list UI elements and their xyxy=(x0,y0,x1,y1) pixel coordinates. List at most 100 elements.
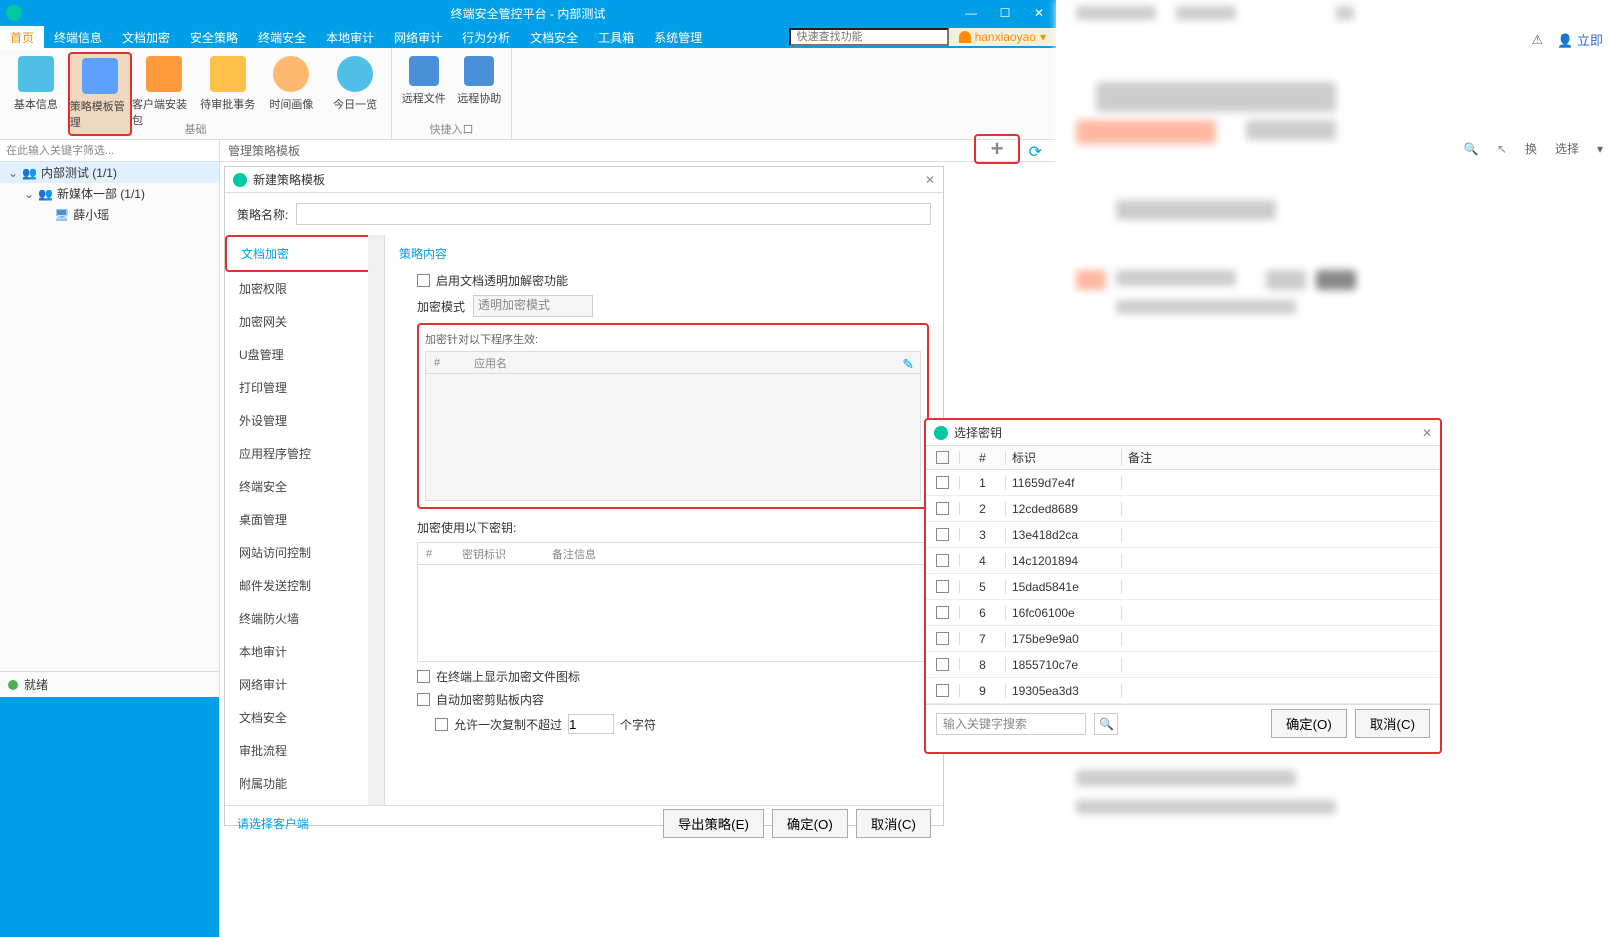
ok-button[interactable]: 确定(O) xyxy=(772,809,848,838)
tree-leaf[interactable]: 🖥 薛小瑶 xyxy=(0,204,219,225)
col-note: 备注信息 xyxy=(544,546,604,562)
tree-child[interactable]: ⌄ 👥 新媒体一部 (1/1) xyxy=(0,183,219,204)
key-row[interactable]: 313e418d2ca xyxy=(926,522,1440,548)
ok-button[interactable]: 确定(O) xyxy=(1271,709,1347,738)
minimize-icon[interactable]: — xyxy=(954,0,988,26)
checkbox-icon[interactable] xyxy=(435,718,448,731)
side-peripheral[interactable]: 外设管理 xyxy=(225,404,384,437)
menu-tab-terminal-info[interactable]: 终端信息 xyxy=(44,26,112,49)
ribbon-basic-info[interactable]: 基本信息 xyxy=(4,52,68,136)
select-all-checkbox[interactable] xyxy=(936,451,949,464)
ribbon-policy-template[interactable]: 策略模板管理 xyxy=(68,52,132,136)
checkbox-icon[interactable] xyxy=(936,632,949,645)
add-template-button[interactable]: + xyxy=(974,134,1020,164)
policy-name-input[interactable] xyxy=(296,203,931,225)
row-id: 16fc06100e xyxy=(1006,606,1122,620)
key-row[interactable]: 515dad5841e xyxy=(926,574,1440,600)
checkbox-icon[interactable] xyxy=(936,528,949,541)
side-firewall[interactable]: 终端防火墙 xyxy=(225,602,384,635)
side-encrypt-perm[interactable]: 加密权限 xyxy=(225,272,384,305)
side-network-audit[interactable]: 网络审计 xyxy=(225,668,384,701)
search-icon[interactable]: 🔍 xyxy=(1464,142,1479,156)
menu-tab-security-policy[interactable]: 安全策略 xyxy=(180,26,248,49)
cancel-button[interactable]: 取消(C) xyxy=(856,809,931,838)
menu-tab-doc-encrypt[interactable]: 文档加密 xyxy=(112,26,180,49)
chevron-down-icon[interactable]: ▾ xyxy=(1597,142,1603,156)
main-area: 在此输入关键字筛选... ⌄ 👥 内部测试 (1/1) ⌄ 👥 新媒体一部 (1… xyxy=(0,140,1056,937)
quick-search-input[interactable] xyxy=(789,28,949,46)
maximize-icon[interactable]: ☐ xyxy=(988,0,1022,26)
col-note: 备注 xyxy=(1122,449,1440,466)
show-icon-row[interactable]: 在终端上显示加密文件图标 xyxy=(417,668,929,685)
copy-limit-row[interactable]: 允许一次复制不超过 个字符 xyxy=(435,714,929,734)
checkbox-icon[interactable] xyxy=(936,658,949,671)
menu-tab-home[interactable]: 首页 xyxy=(0,26,44,49)
enable-encrypt-row[interactable]: 启用文档透明加解密功能 xyxy=(417,272,929,289)
key-row[interactable]: 212cded8689 xyxy=(926,496,1440,522)
export-button[interactable]: 导出策略(E) xyxy=(663,809,764,838)
key-row[interactable]: 616fc06100e xyxy=(926,600,1440,626)
side-encrypt-gateway[interactable]: 加密网关 xyxy=(225,305,384,338)
side-terminal-security[interactable]: 终端安全 xyxy=(225,470,384,503)
ribbon-today[interactable]: 今日一览 xyxy=(323,52,387,136)
checkbox-icon[interactable] xyxy=(936,580,949,593)
side-approval[interactable]: 审批流程 xyxy=(225,734,384,767)
key-row[interactable]: 919305ea3d3 xyxy=(926,678,1440,704)
select-label[interactable]: 选择 xyxy=(1555,140,1579,157)
side-doc-security[interactable]: 文档安全 xyxy=(225,701,384,734)
key-row[interactable]: 414c1201894 xyxy=(926,548,1440,574)
menu-tab-terminal-security[interactable]: 终端安全 xyxy=(248,26,316,49)
side-mail[interactable]: 邮件发送控制 xyxy=(225,569,384,602)
close-icon[interactable]: ✕ xyxy=(925,173,935,187)
side-print[interactable]: 打印管理 xyxy=(225,371,384,404)
switch-label[interactable]: 换 xyxy=(1525,140,1537,157)
checkbox-icon[interactable] xyxy=(417,693,430,706)
menu-tab-local-audit[interactable]: 本地审计 xyxy=(316,26,384,49)
menu-tab-toolbox[interactable]: 工具箱 xyxy=(588,26,644,49)
alert-icon[interactable]: ⚠ xyxy=(1532,32,1544,48)
menu-tab-behavior[interactable]: 行为分析 xyxy=(452,26,520,49)
ribbon-remote-assist[interactable]: 远程协助 xyxy=(452,52,508,110)
user-menu[interactable]: hanxiaoyao ▾ xyxy=(949,28,1056,46)
side-website[interactable]: 网站访问控制 xyxy=(225,536,384,569)
side-app-control[interactable]: 应用程序管控 xyxy=(225,437,384,470)
checkbox-icon[interactable] xyxy=(417,670,430,683)
side-desktop[interactable]: 桌面管理 xyxy=(225,503,384,536)
tree-root[interactable]: ⌄ 👥 内部测试 (1/1) xyxy=(0,162,219,183)
checkbox-icon[interactable] xyxy=(936,554,949,567)
close-icon[interactable]: ✕ xyxy=(1022,0,1056,26)
side-usb[interactable]: U盘管理 xyxy=(225,338,384,371)
side-doc-encrypt[interactable]: 文档加密 xyxy=(225,235,384,272)
collapse-icon[interactable]: ⌄ xyxy=(24,187,34,201)
clip-row[interactable]: 自动加密剪贴板内容 xyxy=(417,691,929,708)
mode-select[interactable]: 透明加密模式 xyxy=(473,295,593,317)
menu-tab-system[interactable]: 系统管理 xyxy=(644,26,712,49)
key-search-input[interactable]: 输入关键字搜索 xyxy=(936,713,1086,735)
refresh-icon[interactable]: ⟳ xyxy=(1029,142,1042,162)
collapse-icon[interactable]: ⌄ xyxy=(8,166,18,180)
checkbox-icon[interactable] xyxy=(417,274,430,287)
key-row[interactable]: 81855710c7e xyxy=(926,652,1440,678)
checkbox-icon[interactable] xyxy=(936,502,949,515)
side-accessory[interactable]: 附属功能 xyxy=(225,767,384,800)
checkbox-icon[interactable] xyxy=(936,606,949,619)
copy-count-input[interactable] xyxy=(568,714,614,734)
search-button[interactable]: 🔍 xyxy=(1094,713,1118,735)
close-icon[interactable]: ✕ xyxy=(1422,426,1432,440)
ribbon-time-portrait[interactable]: 时间画像 xyxy=(259,52,323,136)
login-link[interactable]: 👤 立即 xyxy=(1557,30,1603,49)
checkbox-icon[interactable] xyxy=(936,684,949,697)
select-client-link[interactable]: 请选择客户端 xyxy=(237,815,309,832)
menu-tab-network-audit[interactable]: 网络审计 xyxy=(384,26,452,49)
menu-tab-doc-security[interactable]: 文档安全 xyxy=(520,26,588,49)
checkbox-icon[interactable] xyxy=(936,476,949,489)
cursor-icon[interactable]: ↖ xyxy=(1497,142,1507,156)
key-row[interactable]: 111659d7e4f xyxy=(926,470,1440,496)
cancel-button[interactable]: 取消(C) xyxy=(1355,709,1430,738)
sidebar-scrollbar[interactable] xyxy=(368,235,384,805)
side-local-audit[interactable]: 本地审计 xyxy=(225,635,384,668)
key-row[interactable]: 7175be9e9a0 xyxy=(926,626,1440,652)
edit-icon[interactable]: ✎ xyxy=(902,356,914,373)
tree-search-input[interactable]: 在此输入关键字筛选... xyxy=(0,140,219,162)
ribbon-remote-file[interactable]: 远程文件 xyxy=(396,52,452,110)
